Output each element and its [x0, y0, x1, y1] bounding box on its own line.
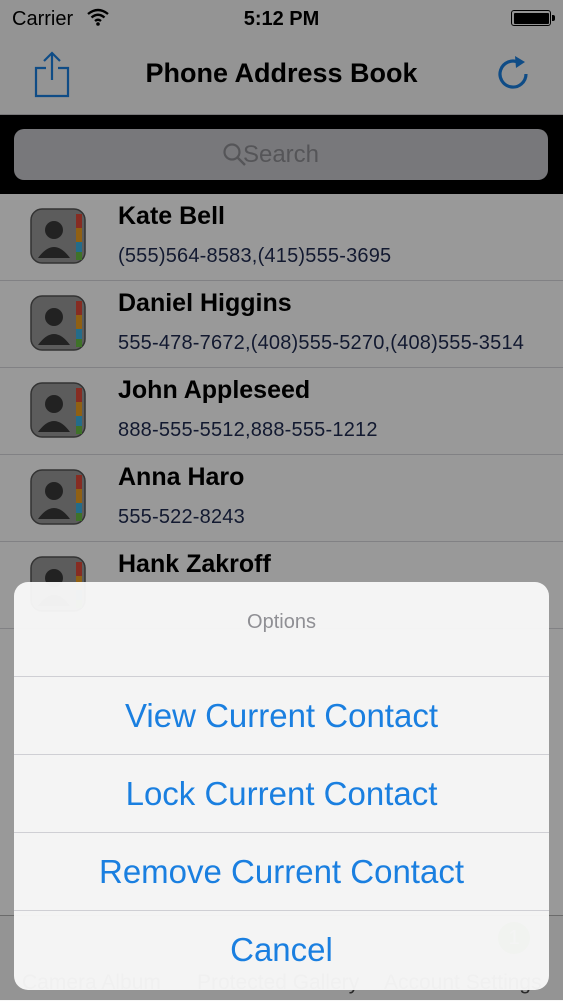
view-contact-button[interactable]: View Current Contact — [14, 677, 549, 755]
cancel-button[interactable]: Cancel — [14, 911, 549, 988]
action-sheet: Options View Current Contact Lock Curren… — [14, 582, 549, 990]
remove-contact-button[interactable]: Remove Current Contact — [14, 833, 549, 911]
action-sheet-title: Options — [14, 582, 549, 677]
lock-contact-button[interactable]: Lock Current Contact — [14, 755, 549, 833]
